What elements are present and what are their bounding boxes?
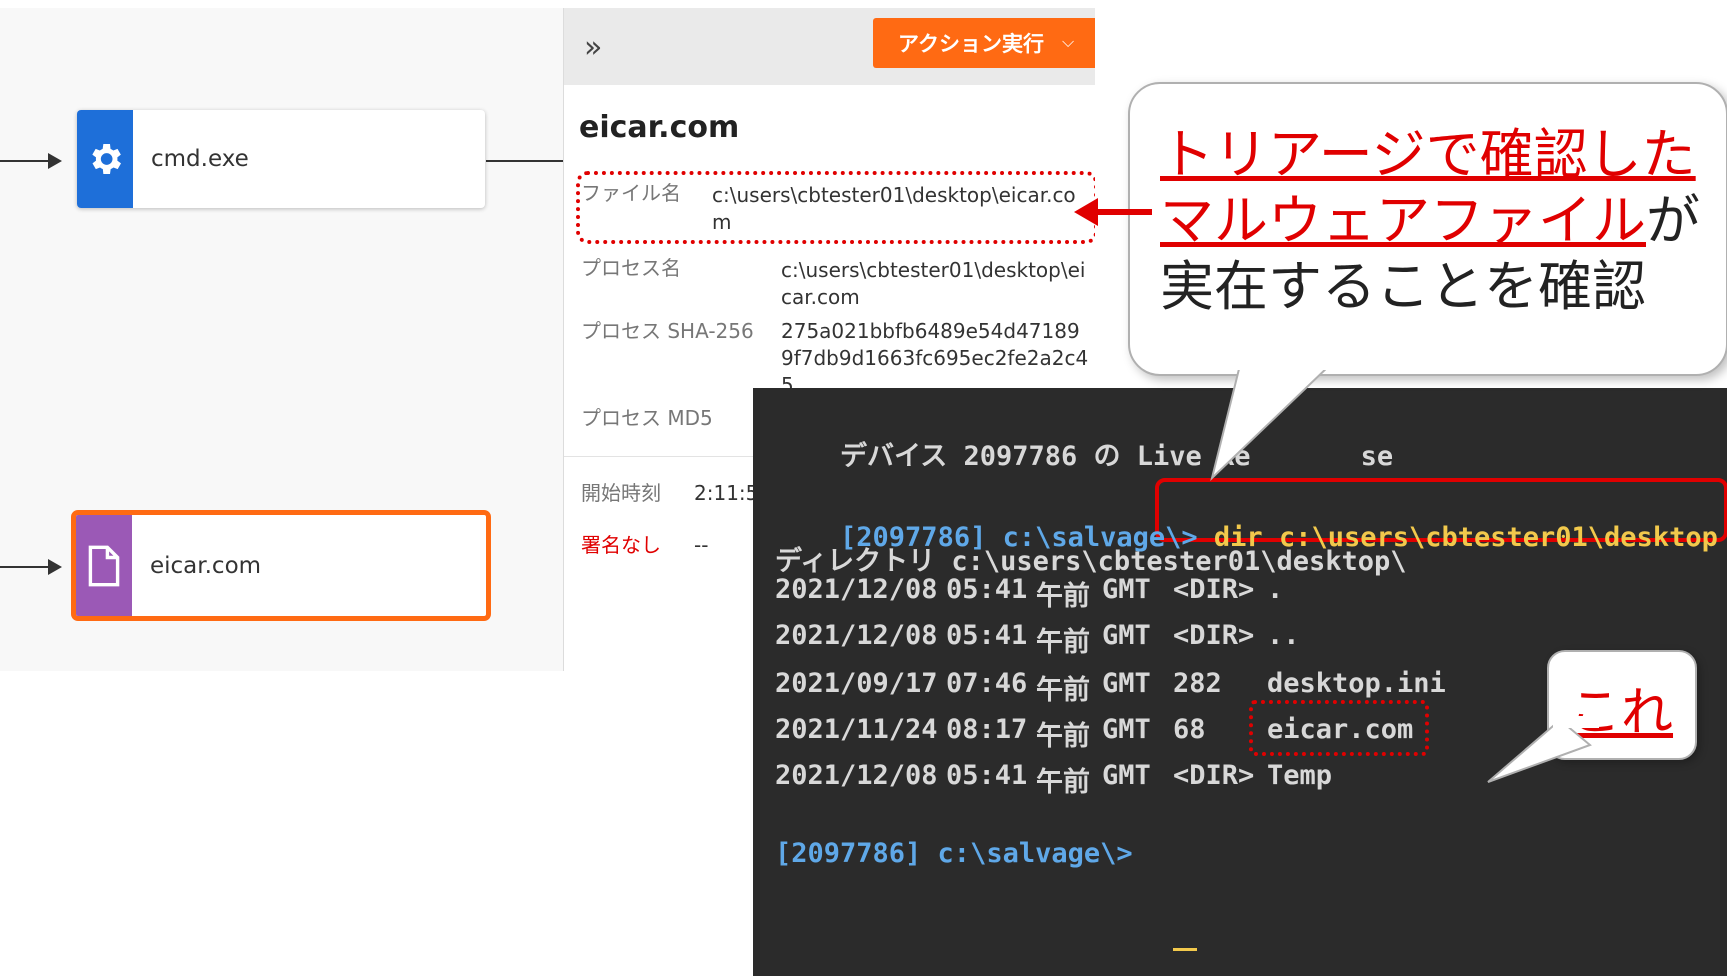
entry-size: 282 [1173, 668, 1222, 699]
entry-ampm: 午前 [1036, 721, 1090, 752]
entry-ampm: 午前 [1036, 581, 1090, 612]
entry-time: 05:41 [946, 574, 1028, 605]
field-label-md5: プロセス MD5 [581, 406, 713, 430]
entry-tz: GMT [1102, 574, 1151, 605]
field-label-sha256: プロセス SHA-256 [581, 319, 754, 343]
entry-tz: GMT [1102, 620, 1151, 651]
node-label: cmd.exe [151, 146, 249, 172]
entry-name: desktop.ini [1267, 668, 1446, 699]
annotation-callout: トリアージで確認した マルウェアファイルが 実在することを確認 [1128, 82, 1727, 376]
process-node-cmd[interactable]: cmd.exe [77, 110, 485, 208]
connector-line [486, 160, 563, 162]
action-run-button[interactable]: アクション実行 ⌵ [873, 18, 1095, 68]
field-label-unsigned: 署名なし [581, 533, 661, 557]
field-value-start-time: 2:11:5 [694, 481, 759, 505]
terminal-cursor [1173, 948, 1197, 951]
entry-date: 2021/12/08 [775, 574, 938, 605]
node-icon-stripe [77, 110, 133, 208]
callout-red-line-2: マルウェアファイル [1160, 189, 1646, 252]
entry-tz: GMT [1102, 760, 1151, 791]
entry-name: eicar.com [1267, 714, 1414, 745]
entry-size: <DIR> [1173, 574, 1255, 605]
callout-text: トリアージで確認した マルウェアファイルが 実在することを確認 [1160, 122, 1700, 320]
field-label-filename: ファイル名 [581, 181, 681, 205]
final-prompt: [2097786] c:\salvage\> [775, 838, 1133, 869]
entry-date: 2021/11/24 [775, 714, 938, 745]
callout-red-line-1: トリアージで確認した [1160, 123, 1696, 186]
entry-name: . [1267, 574, 1284, 605]
entry-name: Temp [1267, 760, 1333, 791]
terminal-header-tail: se [1360, 441, 1394, 472]
entry-name: .. [1267, 620, 1300, 651]
entry-time: 08:17 [946, 714, 1028, 745]
file-icon [88, 545, 120, 586]
entry-time: 05:41 [946, 760, 1028, 791]
callout-tail: が [1646, 189, 1700, 252]
field-value-unsigned: -- [694, 533, 709, 557]
process-node-eicar[interactable]: eicar.com [71, 510, 491, 621]
entry-ampm: 午前 [1036, 675, 1090, 706]
field-label-process-name: プロセス名 [581, 256, 681, 280]
entry-date: 2021/12/08 [775, 760, 938, 791]
entry-time: 05:41 [946, 620, 1028, 651]
chevron-down-icon: ⌵ [1061, 34, 1075, 51]
details-title: eicar.com [579, 110, 740, 145]
terminal-header-text: デバイス 2097786 の Live Re [840, 441, 1251, 472]
connector-line [0, 566, 48, 568]
annotation-callout-small: これ [1547, 650, 1697, 760]
process-tree-panel: cmd.exe eicar.com [0, 8, 563, 671]
node-icon-stripe [76, 515, 132, 616]
entry-ampm: 午前 [1036, 767, 1090, 798]
entry-date: 2021/12/08 [775, 620, 938, 651]
entry-tz: GMT [1102, 714, 1151, 745]
entry-size: 68 [1173, 714, 1206, 745]
connector-line [0, 160, 48, 162]
entry-ampm: 午前 [1036, 627, 1090, 658]
action-run-label: アクション実行 [898, 33, 1044, 56]
double-chevron-right-icon[interactable]: » [584, 33, 602, 63]
entry-size: <DIR> [1173, 760, 1255, 791]
callout-line-3: 実在することを確認 [1160, 255, 1646, 318]
field-label-start-time: 開始時刻 [581, 481, 661, 505]
entry-size: <DIR> [1173, 620, 1255, 651]
field-value-process-name: c:\users\cbtester01\desktop\eicar.com [781, 258, 1086, 309]
entry-date: 2021/09/17 [775, 668, 938, 699]
details-toolbar: » アクション実行 ⌵ [564, 8, 1095, 85]
entry-tz: GMT [1102, 668, 1151, 699]
arrow-head [48, 559, 62, 575]
gear-icon [92, 144, 121, 174]
callout-small-text: これ [1569, 683, 1674, 743]
arrow-head [48, 153, 62, 169]
node-label: eicar.com [150, 552, 262, 579]
field-value-filename: c:\users\cbtester01\desktop\eicar.com [712, 183, 1076, 234]
entry-time: 07:46 [946, 668, 1028, 699]
field-value-sha256: 275a021bbfb6489e54d471899f7db9d1663fc695… [781, 319, 1089, 397]
